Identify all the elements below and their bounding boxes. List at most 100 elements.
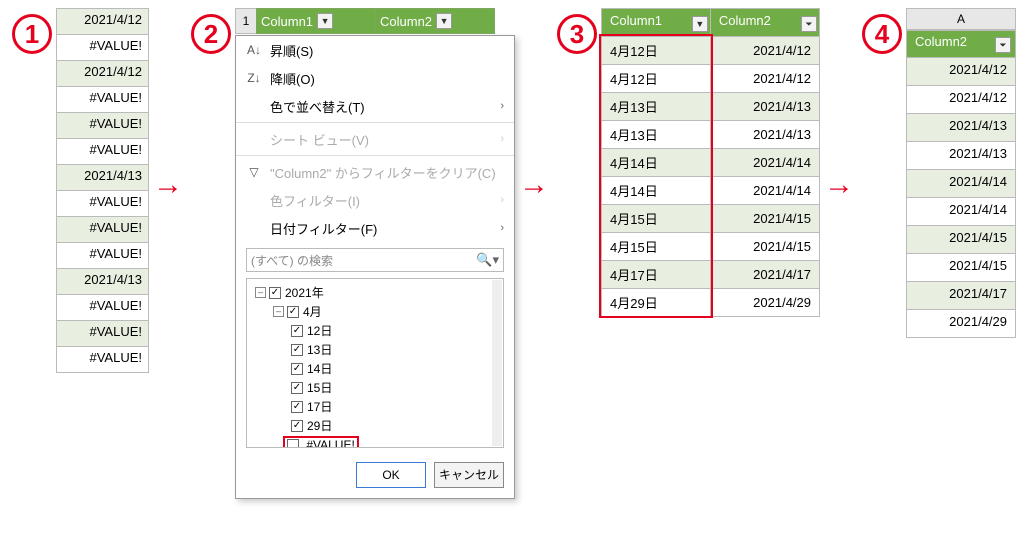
p3-cell-c2[interactable]: 2021/4/12 (710, 65, 819, 93)
panel1-cell[interactable]: 2021/4/12 (57, 61, 149, 87)
table-row[interactable]: 4月15日2021/4/15 (602, 233, 820, 261)
collapse-icon[interactable]: – (255, 287, 266, 298)
panel1-cell[interactable]: #VALUE! (57, 87, 149, 113)
p3-cell-c2[interactable]: 2021/4/29 (710, 289, 819, 317)
color-filter-item: 色フィルター(I) › (236, 186, 514, 214)
table-row[interactable]: 4月14日2021/4/14 (602, 149, 820, 177)
column2-header[interactable]: Column2 ▼ (375, 8, 495, 34)
sort-ascending-item[interactable]: A↓ 昇順(S) (236, 36, 514, 64)
tree-day-row[interactable]: ✓14日 (251, 359, 499, 378)
p4-cell[interactable]: 2021/4/14 (906, 170, 1016, 198)
p4-column2-header[interactable]: Column2 ⏷ (906, 30, 1016, 58)
panel1-cell[interactable]: #VALUE! (57, 113, 149, 139)
panel1-cell[interactable]: #VALUE! (57, 243, 149, 269)
p3-cell-c1[interactable]: 4月17日 (602, 261, 711, 289)
panel1-cell[interactable]: #VALUE! (57, 35, 149, 61)
p4-cell[interactable]: 2021/4/12 (906, 58, 1016, 86)
p3-cell-c1[interactable]: 4月15日 (602, 205, 711, 233)
p3-cell-c1[interactable]: 4月14日 (602, 177, 711, 205)
p3-column2-header[interactable]: Column2 ⏷ (710, 9, 819, 37)
p4-cell[interactable]: 2021/4/17 (906, 282, 1016, 310)
panel1-cell[interactable]: #VALUE! (57, 217, 149, 243)
ok-button[interactable]: OK (356, 462, 426, 488)
table-row[interactable]: 4月17日2021/4/17 (602, 261, 820, 289)
filter-applied-icon[interactable]: ⏷ (801, 16, 817, 32)
table-row[interactable]: 4月12日2021/4/12 (602, 65, 820, 93)
table-row[interactable]: 4月15日2021/4/15 (602, 205, 820, 233)
year-checkbox[interactable]: ✓ (269, 287, 281, 299)
p3-cell-c2[interactable]: 2021/4/15 (710, 233, 819, 261)
p3-cell-c1[interactable]: 4月14日 (602, 149, 711, 177)
table-row[interactable]: 4月13日2021/4/13 (602, 93, 820, 121)
p4-cell[interactable]: 2021/4/13 (906, 114, 1016, 142)
day-checkbox[interactable]: ✓ (291, 401, 303, 413)
sort-descending-item[interactable]: Z↓ 降順(O) (236, 64, 514, 92)
panel1-cell[interactable]: #VALUE! (57, 191, 149, 217)
p3-cell-c2[interactable]: 2021/4/15 (710, 205, 819, 233)
panel1-cell[interactable]: 2021/4/13 (57, 165, 149, 191)
panel1-cell[interactable]: 2021/4/13 (57, 269, 149, 295)
tree-year-row[interactable]: – ✓ 2021年 (251, 283, 499, 302)
p3-cell-c1[interactable]: 4月12日 (602, 65, 711, 93)
filter-search-input[interactable]: (すべて) の検索 🔍▾ (246, 248, 504, 272)
column1-header[interactable]: Column1 ▼ (256, 8, 376, 34)
chevron-right-icon: › (500, 222, 504, 234)
filter-values-tree[interactable]: – ✓ 2021年 – ✓ 4月 ✓12日✓13日✓14日✓15日✓17日✓29… (246, 278, 504, 448)
filter-applied-icon[interactable]: ⏷ (995, 37, 1011, 53)
p3-cell-c2[interactable]: 2021/4/13 (710, 93, 819, 121)
tree-day-row[interactable]: ✓ 15日 (251, 378, 499, 397)
p4-cell[interactable]: 2021/4/15 (906, 254, 1016, 282)
panel1-cell[interactable]: #VALUE! (57, 139, 149, 165)
day-checkbox[interactable]: ✓ (291, 420, 303, 432)
p3-column1-header[interactable]: Column1 ▼ (602, 9, 711, 37)
table-row[interactable]: 4月14日2021/4/14 (602, 177, 820, 205)
p3-cell-c2[interactable]: 2021/4/13 (710, 121, 819, 149)
tree-scrollbar[interactable] (492, 280, 502, 446)
row-index-cell[interactable]: 1 (235, 8, 257, 34)
p4-cell[interactable]: 2021/4/12 (906, 86, 1016, 114)
tree-day-row[interactable]: ✓29日 (251, 416, 499, 435)
p3-cell-c1[interactable]: 4月12日 (602, 37, 711, 65)
column-letter-a[interactable]: A (906, 8, 1016, 30)
panel1-cell[interactable]: #VALUE! (57, 347, 149, 373)
p4-cell[interactable]: 2021/4/15 (906, 226, 1016, 254)
p3-cell-c1[interactable]: 4月13日 (602, 93, 711, 121)
sort-by-color-item[interactable]: 色で並べ替え(T) › (236, 92, 514, 120)
column2-filter-dropdown-icon[interactable]: ▼ (436, 13, 452, 29)
table-row[interactable]: 4月12日2021/4/12 (602, 37, 820, 65)
p3-cell-c1[interactable]: 4月13日 (602, 121, 711, 149)
day-checkbox[interactable]: ✓ (291, 382, 303, 394)
tree-month-row[interactable]: – ✓ 4月 (251, 302, 499, 321)
sort-desc-icon: Z↓ (246, 71, 262, 85)
p3-cell-c2[interactable]: 2021/4/14 (710, 177, 819, 205)
panel1-cell[interactable]: #VALUE! (57, 321, 149, 347)
panel1-cell[interactable]: 2021/4/12 (57, 9, 149, 35)
collapse-icon[interactable]: – (273, 306, 284, 317)
p3-cell-c2[interactable]: 2021/4/12 (710, 37, 819, 65)
day-checkbox[interactable]: ✓ (291, 325, 303, 337)
day-checkbox[interactable]: ✓ (291, 363, 303, 375)
tree-day-row[interactable]: ✓ 12日 (251, 321, 499, 340)
p4-cell[interactable]: 2021/4/14 (906, 198, 1016, 226)
cancel-button[interactable]: キャンセル (434, 462, 504, 488)
value-error-checkbox[interactable] (287, 439, 299, 448)
month-checkbox[interactable]: ✓ (287, 306, 299, 318)
date-filter-item[interactable]: 日付フィルター(F) › (236, 214, 514, 242)
filter-dropdown-icon[interactable]: ▼ (692, 16, 708, 32)
day-label: 12日 (307, 322, 332, 339)
p4-cell[interactable]: 2021/4/29 (906, 310, 1016, 338)
p3-cell-c1[interactable]: 4月15日 (602, 233, 711, 261)
p4-cell[interactable]: 2021/4/13 (906, 142, 1016, 170)
p3-cell-c1[interactable]: 4月29日 (602, 289, 711, 317)
panel1-cell[interactable]: #VALUE! (57, 295, 149, 321)
p3-cell-c2[interactable]: 2021/4/17 (710, 261, 819, 289)
p3-cell-c2[interactable]: 2021/4/14 (710, 149, 819, 177)
column1-filter-dropdown-icon[interactable]: ▼ (317, 13, 333, 29)
tree-value-error-row[interactable]: #VALUE! (251, 435, 499, 448)
table-row[interactable]: 4月13日2021/4/13 (602, 121, 820, 149)
day-checkbox[interactable]: ✓ (291, 344, 303, 356)
day-label: 15日 (307, 379, 332, 396)
table-row[interactable]: 4月29日2021/4/29 (602, 289, 820, 317)
tree-day-row[interactable]: ✓13日 (251, 340, 499, 359)
tree-day-row[interactable]: ✓17日 (251, 397, 499, 416)
